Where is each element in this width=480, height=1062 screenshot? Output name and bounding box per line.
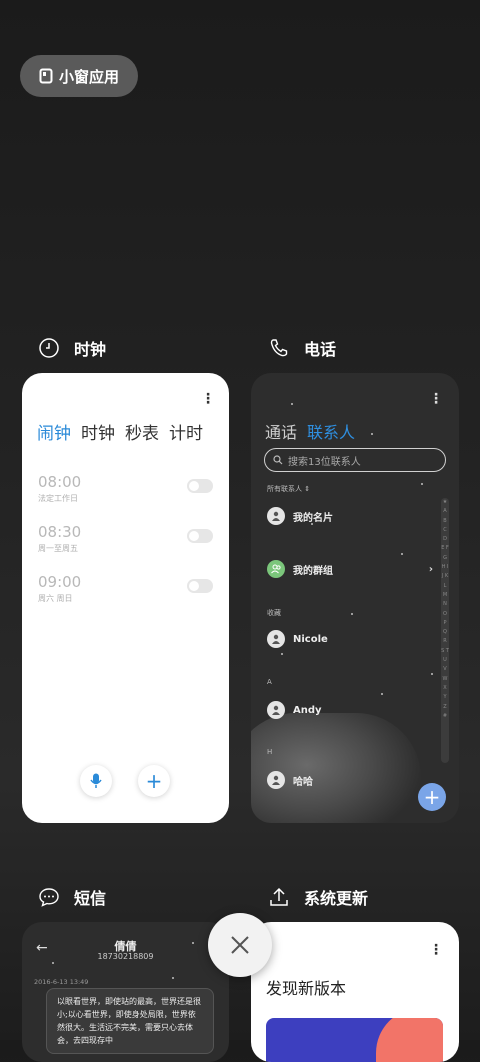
person-icon <box>267 771 285 789</box>
alarm-item[interactable]: 09:00 周六 周日 <box>38 573 213 604</box>
phone-app-header[interactable]: 电话 <box>268 336 336 360</box>
chevron-right-icon: › <box>428 563 433 575</box>
all-contacts-filter[interactable]: 所有联系人 ⇕ <box>267 484 310 494</box>
alarm-item[interactable]: 08:00 法定工作日 <box>38 473 213 504</box>
alarm-toggle[interactable] <box>187 579 213 593</box>
clear-all-button[interactable] <box>208 913 272 977</box>
sms-app-header[interactable]: 短信 <box>38 885 106 909</box>
small-window-apps-button[interactable]: 小窗应用 <box>20 55 138 97</box>
alarm-toggle[interactable] <box>187 529 213 543</box>
person-icon <box>267 630 285 648</box>
person-icon <box>267 701 285 719</box>
update-app-title: 系统更新 <box>304 889 369 908</box>
close-icon <box>231 936 249 954</box>
add-contact-button[interactable]: + <box>418 783 446 811</box>
person-icon <box>267 507 285 525</box>
clock-app-card[interactable]: ⋮ 闹钟 时钟 秒表 计时 08:00 法定工作日 08:30 周一至周五 09… <box>22 373 229 823</box>
my-group-label: 我的群组 <box>293 565 333 577</box>
group-icon <box>267 560 285 578</box>
clock-app-header[interactable]: 时钟 <box>38 336 106 360</box>
microphone-icon <box>90 773 102 788</box>
my-card-item[interactable]: 我的名片 <box>267 507 333 525</box>
contact-item[interactable]: 哈哈 <box>267 771 313 789</box>
message-icon <box>39 888 59 907</box>
section-a-label: A <box>267 678 272 686</box>
tab-calls[interactable]: 通话 <box>265 419 297 443</box>
alarm-repeat: 周一至周五 <box>38 544 78 553</box>
my-group-item[interactable]: 我的群组 › <box>267 560 433 578</box>
plus-icon: + <box>423 785 441 809</box>
phone-app-title: 电话 <box>304 340 337 359</box>
more-menu-icon[interactable]: ⋮ <box>429 391 443 407</box>
tab-stopwatch[interactable]: 秒表 <box>125 419 159 444</box>
contact-item[interactable]: Nicole <box>267 630 328 648</box>
favorites-section-label: 收藏 <box>267 609 281 617</box>
update-app-card[interactable]: ⋮ 发现新版本 <box>251 922 459 1062</box>
search-placeholder: 搜索13位联系人 <box>288 456 361 468</box>
more-menu-icon[interactable]: ⋮ <box>201 391 215 407</box>
tab-alarm[interactable]: 闹钟 <box>37 419 71 444</box>
contact-name: 哈哈 <box>293 776 313 788</box>
phone-app-card[interactable]: ⋮ 通话 联系人 搜索13位联系人 所有联系人 ⇕ 我的名片 我的群组 › 收藏… <box>251 373 459 823</box>
voice-alarm-button[interactable] <box>80 765 112 797</box>
message-date: 2016-6-13 13:49 <box>34 978 89 986</box>
tab-clock[interactable]: 时钟 <box>81 419 115 444</box>
update-app-header[interactable]: 系统更新 <box>268 885 368 909</box>
new-version-headline: 发现新版本 <box>266 979 347 998</box>
alarm-repeat: 周六 周日 <box>38 594 73 603</box>
add-alarm-button[interactable]: + <box>138 765 170 797</box>
sort-icon: ⇕ <box>304 485 311 493</box>
clock-icon <box>39 338 59 358</box>
alphabet-index[interactable]: ★ A B C D E F G H I J K L M N O P Q R S … <box>441 498 449 763</box>
phone-tabs: 通话 联系人 <box>265 419 355 443</box>
sms-app-card[interactable]: ← 倩倩 18730218809 2016-6-13 13:49 以眼看世界，即… <box>22 922 229 1062</box>
contact-item[interactable]: Andy <box>267 701 322 719</box>
alarm-item[interactable]: 08:30 周一至周五 <box>38 523 213 554</box>
section-h-label: H <box>267 748 273 756</box>
tab-contacts[interactable]: 联系人 <box>307 419 355 443</box>
more-menu-icon[interactable]: ⋮ <box>429 942 443 958</box>
conversation-contact-number: 18730218809 <box>97 952 154 961</box>
tab-timer[interactable]: 计时 <box>169 419 203 444</box>
message-bubble: 以眼看世界，即使站的最高，世界还是很小;以心看世界，即使身处局限，世界依然很大。… <box>46 988 214 1054</box>
cloud-wallpaper <box>251 713 421 823</box>
alarm-toggle[interactable] <box>187 479 213 493</box>
all-contacts-label: 所有联系人 <box>267 485 302 493</box>
clock-tabs: 闹钟 时钟 秒表 计时 <box>37 419 203 444</box>
update-banner-graphic <box>266 1018 443 1062</box>
plus-icon: + <box>145 769 163 793</box>
contact-search-input[interactable]: 搜索13位联系人 <box>264 448 446 472</box>
small-window-icon <box>39 68 53 84</box>
upload-icon <box>270 887 288 906</box>
sms-app-title: 短信 <box>74 889 107 908</box>
clock-app-title: 时钟 <box>74 340 107 359</box>
contact-name: Andy <box>293 704 322 716</box>
search-icon <box>273 455 283 465</box>
my-card-label: 我的名片 <box>293 512 333 524</box>
alarm-repeat: 法定工作日 <box>38 494 78 503</box>
phone-icon <box>270 339 288 357</box>
contact-name: Nicole <box>293 633 328 645</box>
small-window-label: 小窗应用 <box>58 67 119 86</box>
